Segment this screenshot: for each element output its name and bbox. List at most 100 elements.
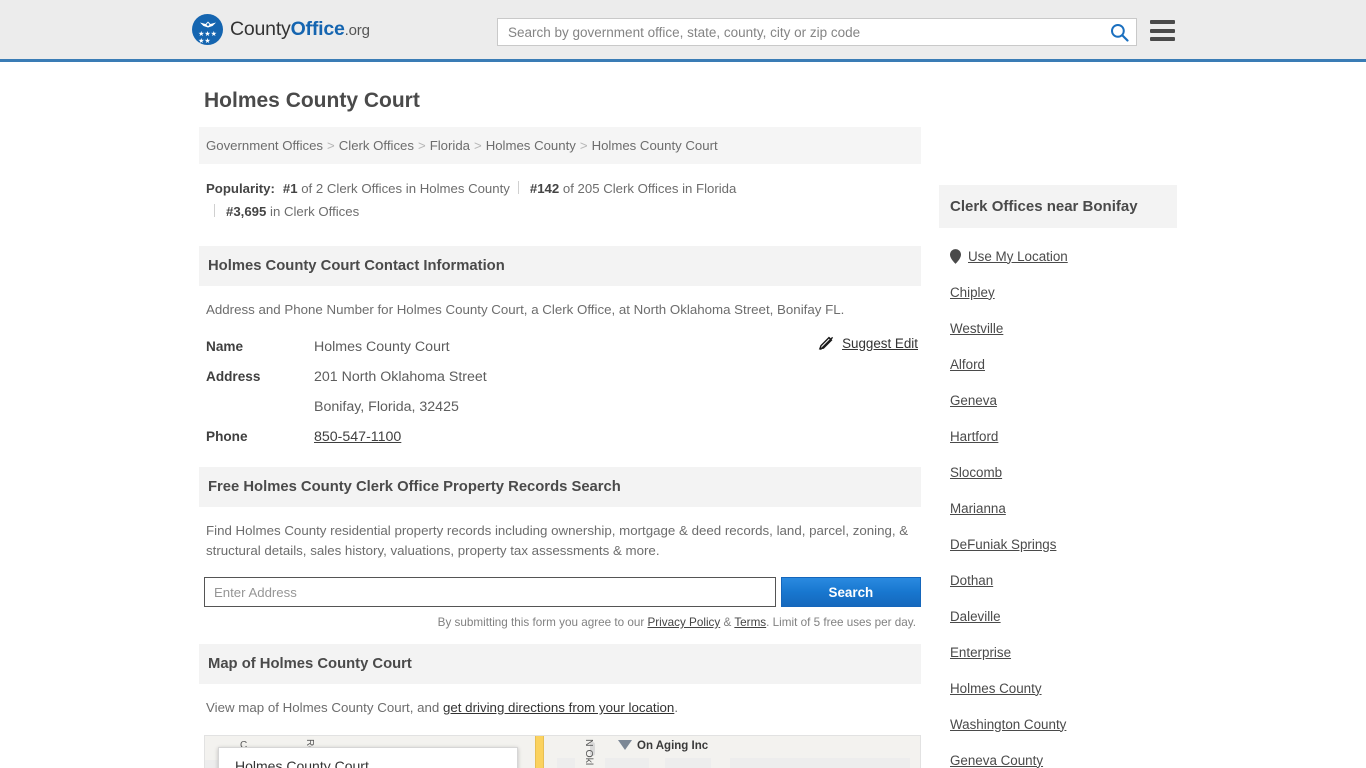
- map-block: [730, 758, 910, 768]
- popularity-rank: #1: [282, 181, 298, 196]
- popularity-rank: #142: [529, 181, 560, 196]
- sidebar-item-washington-county[interactable]: Washington County: [950, 706, 1177, 742]
- sidebar-link[interactable]: Dothan: [950, 573, 993, 588]
- sidebar-item-slocomb[interactable]: Slocomb: [950, 454, 1177, 490]
- sidebar-link[interactable]: Marianna: [950, 501, 1006, 516]
- global-search-box[interactable]: [497, 18, 1137, 46]
- map-block: [557, 758, 575, 768]
- popularity-entry-county: #1 of 2 Clerk Offices in Holmes County: [283, 181, 510, 196]
- sidebar-item-alford[interactable]: Alford: [950, 346, 1177, 382]
- phone-link[interactable]: 850-547-1100: [314, 429, 401, 445]
- sidebar-link[interactable]: Holmes County: [950, 681, 1042, 696]
- popularity-text: of 205 Clerk Offices in Florida: [562, 181, 737, 196]
- stars-icon: ★★★ ★★: [198, 31, 217, 45]
- breadcrumb-separator: >: [474, 138, 482, 153]
- hamburger-menu-icon[interactable]: [1150, 20, 1175, 41]
- breadcrumb-item-holmes-county[interactable]: Holmes County: [486, 138, 576, 153]
- sidebar-item-defuniak-springs[interactable]: DeFuniak Springs: [950, 526, 1177, 562]
- sidebar-item-dothan[interactable]: Dothan: [950, 562, 1177, 598]
- logo-text-office: Office: [290, 18, 345, 40]
- sidebar: Clerk Offices near Bonifay Use My Locati…: [939, 62, 1177, 768]
- sidebar-item-chipley[interactable]: Chipley: [950, 274, 1177, 310]
- sidebar-item-westville[interactable]: Westville: [950, 310, 1177, 346]
- sidebar-link[interactable]: DeFuniak Springs: [950, 537, 1056, 552]
- popularity-text: in Clerk Offices: [270, 204, 360, 219]
- countyoffice-logo-icon: ★★★ ★★: [192, 14, 223, 45]
- search-icon[interactable]: [1102, 19, 1136, 45]
- sidebar-item-holmes-county[interactable]: Holmes County: [950, 670, 1177, 706]
- site-logo[interactable]: ★★★ ★★ CountyOffice.org: [192, 14, 370, 45]
- sidebar-link[interactable]: Daleville: [950, 609, 1001, 624]
- sidebar-item-enterprise[interactable]: Enterprise: [950, 634, 1177, 670]
- property-search-heading: Free Holmes County Clerk Office Property…: [199, 467, 921, 507]
- breadcrumb-item-florida[interactable]: Florida: [430, 138, 470, 153]
- contact-key: Name: [206, 339, 244, 354]
- sidebar-link[interactable]: Enterprise: [950, 645, 1011, 660]
- map-canvas[interactable]: On Aging Inc N Okl C Rd Holmes County Co…: [204, 735, 921, 768]
- privacy-policy-link[interactable]: Privacy Policy: [647, 616, 720, 629]
- map-pin-icon: [950, 248, 961, 264]
- map-desc-suffix: .: [674, 700, 679, 715]
- breadcrumb-item-holmes-county-court[interactable]: Holmes County Court: [592, 138, 718, 153]
- edit-pencil-icon: [818, 336, 834, 351]
- use-my-location-link[interactable]: Use My Location: [968, 249, 1068, 264]
- address-input[interactable]: [204, 577, 776, 607]
- sidebar-item-daleville[interactable]: Daleville: [950, 598, 1177, 634]
- terms-link[interactable]: Terms: [734, 616, 766, 629]
- sidebar-link-list: Use My Location Chipley Westville Alford…: [939, 228, 1177, 768]
- contact-row-name: Name Holmes County Court: [206, 332, 914, 362]
- contact-section-description: Address and Phone Number for Holmes Coun…: [206, 302, 845, 317]
- contact-value: Bonifay, Florida, 32425: [314, 399, 459, 415]
- sidebar-link[interactable]: Chipley: [950, 285, 995, 300]
- property-search-form: Search: [199, 567, 921, 607]
- suggest-edit-button[interactable]: Suggest Edit: [818, 335, 918, 352]
- sidebar-link[interactable]: Hartford: [950, 429, 998, 444]
- map-desc-prefix: View map of Holmes County Court, and: [206, 700, 443, 715]
- popularity-text: of 2 Clerk Offices in Holmes County: [301, 181, 510, 196]
- popularity-divider: [517, 181, 519, 194]
- property-search-description: Find Holmes County residential property …: [206, 523, 909, 558]
- map-popup-title: Holmes County Court: [235, 758, 369, 768]
- logo-text-county: County: [230, 18, 291, 40]
- contact-row-address: Address 201 North Oklahoma Street: [206, 362, 914, 392]
- disclaimer-prefix: By submitting this form you agree to our: [437, 616, 648, 629]
- map-poi-marker[interactable]: [618, 740, 632, 750]
- sidebar-item-geneva[interactable]: Geneva: [950, 382, 1177, 418]
- map-info-popup[interactable]: Holmes County Court: [218, 747, 518, 768]
- breadcrumb-item-clerk-offices[interactable]: Clerk Offices: [339, 138, 414, 153]
- disclaimer-suffix: . Limit of 5 free uses per day.: [766, 616, 916, 629]
- contact-row-phone: Phone 850-547-1100: [206, 422, 914, 452]
- sidebar-link[interactable]: Westville: [950, 321, 1003, 336]
- sidebar-link[interactable]: Washington County: [950, 717, 1066, 732]
- popularity-stats: Popularity: #1 of 2 Clerk Offices in Holm…: [199, 164, 921, 231]
- site-header: ★★★ ★★ CountyOffice.org: [0, 0, 1366, 62]
- breadcrumb-separator: >: [579, 138, 588, 153]
- suggest-edit-label: Suggest Edit: [842, 336, 918, 351]
- contact-key: Phone: [206, 429, 248, 444]
- hamburger-bar: [1150, 20, 1175, 24]
- map-block: [665, 758, 711, 768]
- contact-value: 201 North Oklahoma Street: [314, 369, 487, 385]
- sidebar-heading: Clerk Offices near Bonifay: [939, 185, 1177, 228]
- sidebar-item-marianna[interactable]: Marianna: [950, 490, 1177, 526]
- contact-key: Address: [206, 369, 261, 384]
- map-section-description: View map of Holmes County Court, and get…: [199, 684, 921, 724]
- breadcrumb-separator: >: [417, 138, 426, 153]
- map-block: [605, 758, 649, 768]
- sidebar-item-geneva-county[interactable]: Geneva County: [950, 742, 1177, 768]
- sidebar-link[interactable]: Geneva: [950, 393, 997, 408]
- sidebar-item-hartford[interactable]: Hartford: [950, 418, 1177, 454]
- disclaimer-amp: &: [720, 616, 735, 629]
- breadcrumb-item-government-offices[interactable]: Government Offices: [206, 138, 323, 153]
- property-search-button[interactable]: Search: [780, 577, 921, 607]
- map-highway: [535, 736, 544, 768]
- sidebar-link[interactable]: Slocomb: [950, 465, 1002, 480]
- sidebar-link[interactable]: Geneva County: [950, 753, 1043, 768]
- sidebar-item-use-my-location[interactable]: Use My Location: [950, 238, 1177, 274]
- contact-section-heading: Holmes County Court Contact Information: [199, 246, 921, 286]
- search-input[interactable]: [498, 19, 1102, 45]
- sidebar-link[interactable]: Alford: [950, 357, 985, 372]
- contact-value: 850-547-1100: [314, 422, 401, 452]
- driving-directions-link[interactable]: get driving directions from your locatio…: [443, 700, 674, 715]
- form-disclaimer: By submitting this form you agree to our…: [199, 607, 921, 629]
